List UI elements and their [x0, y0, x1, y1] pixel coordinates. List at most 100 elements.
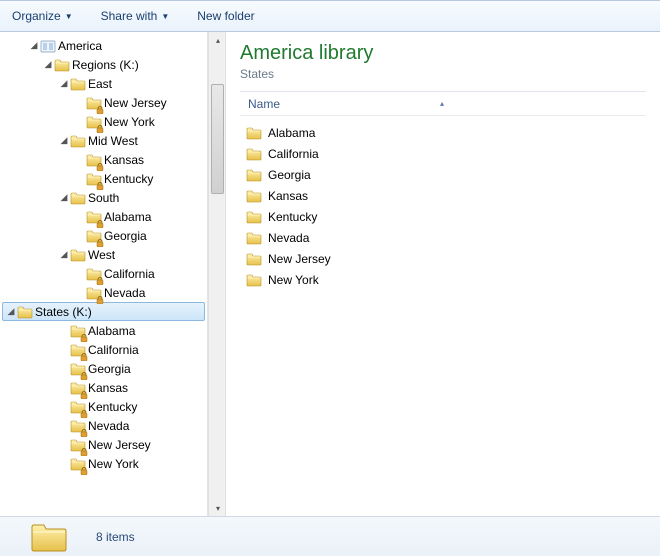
list-item[interactable]: New York: [240, 269, 646, 290]
scroll-up-icon[interactable]: ▴: [209, 32, 227, 48]
locked-folder-icon: [86, 115, 102, 129]
content-pane: America library States Name ▴ Alabama Cal…: [226, 32, 660, 516]
tree-label: East: [86, 77, 112, 91]
tree-item[interactable]: ◢New York: [0, 112, 207, 131]
tree-item-south[interactable]: ◢ South: [0, 188, 207, 207]
tree-item-states[interactable]: ◢ States (K:): [2, 302, 205, 321]
tree-label: Kentucky: [86, 400, 137, 414]
organize-menu[interactable]: Organize ▼: [6, 7, 79, 25]
item-count: 8 items: [96, 530, 135, 544]
tree-label: Kansas: [86, 381, 128, 395]
tree-item[interactable]: ◢Kentucky: [0, 397, 207, 416]
column-header-name[interactable]: Name ▴: [240, 92, 646, 116]
share-with-menu[interactable]: Share with ▼: [95, 7, 176, 25]
folder-icon: [30, 521, 68, 553]
expander-icon[interactable]: ◢: [58, 192, 70, 203]
tree-item[interactable]: ◢Georgia: [0, 359, 207, 378]
folder-icon: [70, 77, 86, 91]
status-bar: 8 items: [0, 516, 660, 556]
folder-icon: [246, 147, 262, 161]
list-item[interactable]: Alabama: [240, 122, 646, 143]
library-icon: [40, 39, 56, 53]
tree-item[interactable]: ◢Alabama: [0, 207, 207, 226]
tree-item[interactable]: ◢Kansas: [0, 150, 207, 169]
tree-label: Kansas: [102, 153, 144, 167]
locked-folder-icon: [86, 172, 102, 186]
folder-icon: [246, 189, 262, 203]
scroll-thumb[interactable]: [211, 84, 224, 194]
item-label: Kentucky: [262, 210, 317, 224]
tree-item-midwest[interactable]: ◢ Mid West: [0, 131, 207, 150]
locked-folder-icon: [86, 153, 102, 167]
expander-icon[interactable]: ◢: [58, 249, 70, 260]
tree-item[interactable]: ◢Georgia: [0, 226, 207, 245]
list-item[interactable]: California: [240, 143, 646, 164]
tree-label: South: [86, 191, 119, 205]
tree-item[interactable]: ◢Nevada: [0, 416, 207, 435]
library-subtitle[interactable]: States: [240, 67, 646, 81]
tree-label: West: [86, 248, 115, 262]
item-label: Georgia: [262, 168, 311, 182]
tree-item[interactable]: ◢Alabama: [0, 321, 207, 340]
tree-item-regions[interactable]: ◢ Regions (K:): [0, 55, 207, 74]
list-item[interactable]: Kansas: [240, 185, 646, 206]
library-title: America library: [240, 42, 646, 65]
folder-icon: [54, 58, 70, 72]
list-item[interactable]: New Jersey: [240, 248, 646, 269]
list-item[interactable]: Georgia: [240, 164, 646, 185]
tree-item[interactable]: ◢New Jersey: [0, 93, 207, 112]
expander-icon[interactable]: ◢: [58, 135, 70, 146]
tree-item-america[interactable]: ◢ America: [0, 36, 207, 55]
tree-item[interactable]: ◢Nevada: [0, 283, 207, 302]
column-label: Name: [248, 97, 280, 111]
folder-icon: [70, 191, 86, 205]
tree-item-west[interactable]: ◢ West: [0, 245, 207, 264]
navigation-pane: ◢ America ◢ Regions (K:) ◢ East ◢New Jer…: [0, 32, 208, 516]
list-item[interactable]: Kentucky: [240, 206, 646, 227]
new-folder-label: New folder: [197, 9, 254, 23]
tree-label: Regions (K:): [70, 58, 139, 72]
item-label: New Jersey: [262, 252, 331, 266]
locked-folder-icon: [70, 400, 86, 414]
folder-icon: [70, 248, 86, 262]
tree-item[interactable]: ◢California: [0, 340, 207, 359]
folder-icon: [246, 168, 262, 182]
item-label: New York: [262, 273, 319, 287]
locked-folder-icon: [70, 457, 86, 471]
tree-label: New Jersey: [86, 438, 151, 452]
expander-icon[interactable]: ◢: [42, 59, 54, 70]
expander-icon[interactable]: ◢: [5, 306, 17, 317]
folder-icon: [246, 252, 262, 266]
share-label: Share with: [101, 9, 158, 23]
expander-icon[interactable]: ◢: [28, 40, 40, 51]
locked-folder-icon: [70, 362, 86, 376]
locked-folder-icon: [86, 267, 102, 281]
chevron-down-icon: ▼: [65, 12, 73, 21]
tree-label: New York: [102, 115, 155, 129]
tree-item[interactable]: ◢New Jersey: [0, 435, 207, 454]
item-label: Nevada: [262, 231, 309, 245]
new-folder-button[interactable]: New folder: [191, 7, 260, 25]
locked-folder-icon: [70, 419, 86, 433]
tree-item[interactable]: ◢California: [0, 264, 207, 283]
locked-folder-icon: [70, 381, 86, 395]
tree-item-east[interactable]: ◢ East: [0, 74, 207, 93]
folder-icon: [246, 210, 262, 224]
main-area: ◢ America ◢ Regions (K:) ◢ East ◢New Jer…: [0, 32, 660, 516]
scroll-down-icon[interactable]: ▾: [209, 500, 227, 516]
folder-icon: [246, 231, 262, 245]
nav-scrollbar[interactable]: ▴ ▾: [208, 32, 226, 516]
item-label: California: [262, 147, 319, 161]
locked-folder-icon: [86, 286, 102, 300]
item-label: Kansas: [262, 189, 308, 203]
list-item[interactable]: Nevada: [240, 227, 646, 248]
toolbar: Organize ▼ Share with ▼ New folder: [0, 0, 660, 32]
tree-label: California: [86, 343, 139, 357]
tree-label: America: [56, 39, 102, 53]
tree-item[interactable]: ◢New York: [0, 454, 207, 473]
tree-label: Nevada: [102, 286, 145, 300]
tree-item[interactable]: ◢Kentucky: [0, 169, 207, 188]
expander-icon[interactable]: ◢: [58, 78, 70, 89]
tree-item[interactable]: ◢Kansas: [0, 378, 207, 397]
item-label: Alabama: [262, 126, 315, 140]
